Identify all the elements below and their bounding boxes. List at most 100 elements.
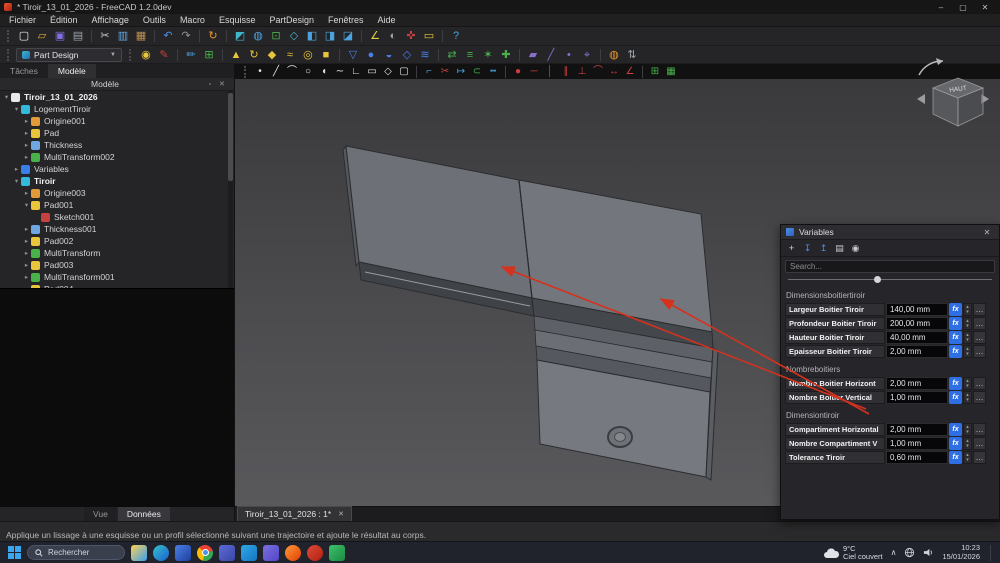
subtractive-pipe-icon[interactable]: ≋: [417, 47, 433, 63]
polar-pattern-icon[interactable]: ✶: [480, 47, 496, 63]
toggle-visibility-icon[interactable]: ◉: [849, 242, 862, 255]
view-front-icon[interactable]: ◧: [304, 28, 320, 44]
refresh-icon[interactable]: ↻: [205, 28, 221, 44]
variables-filter-slider[interactable]: [788, 275, 992, 284]
document-new-icon[interactable]: ▢: [16, 28, 32, 44]
value-stepper[interactable]: ▴▾: [963, 377, 972, 390]
sketch-fillet-icon[interactable]: ⌐: [422, 65, 436, 79]
sketch-rectangle-icon[interactable]: ▭: [365, 65, 379, 79]
sketch-line-icon[interactable]: ╱: [269, 65, 283, 79]
taskbar-icon-discord[interactable]: [263, 545, 279, 561]
minimize-button[interactable]: –: [930, 0, 952, 14]
maximize-button[interactable]: ▢: [952, 0, 974, 14]
variable-value-input[interactable]: 200,00 mm: [886, 317, 948, 330]
print-icon[interactable]: ▤: [70, 28, 86, 44]
sketch-trim-icon[interactable]: ✂: [438, 65, 452, 79]
redo-icon[interactable]: ↷: [178, 28, 194, 44]
taskbar-clock[interactable]: 10:23 15/01/2026: [942, 544, 980, 561]
tree-item-pad002[interactable]: ▸Pad002: [0, 235, 234, 247]
import-variables-icon[interactable]: ↧: [801, 242, 814, 255]
sketch-polyline-icon[interactable]: ∟: [349, 65, 363, 79]
variables-search-input[interactable]: [785, 260, 995, 273]
document-save-icon[interactable]: ▣: [52, 28, 68, 44]
tray-chevron-icon[interactable]: ∧: [891, 548, 897, 557]
additive-pipe-icon[interactable]: ≈: [282, 47, 298, 63]
workbench-selector[interactable]: Part Design ▼: [16, 48, 122, 62]
datum-point-icon[interactable]: •: [561, 47, 577, 63]
whats-this-icon[interactable]: ?: [448, 28, 464, 44]
taskbar-icon-firefox[interactable]: [285, 545, 301, 561]
constraint-coincident-icon[interactable]: ●: [511, 65, 525, 79]
tree-item-pad[interactable]: ▸Pad: [0, 127, 234, 139]
hole-icon[interactable]: ●: [363, 47, 379, 63]
slider-handle[interactable]: [874, 276, 881, 283]
taskbar-icon-word[interactable]: [175, 545, 191, 561]
sketch-conic-icon[interactable]: ◖: [317, 65, 331, 79]
variable-value-input[interactable]: 2,00 mm: [886, 377, 948, 390]
weather-widget[interactable]: 9°C Ciel couvert: [823, 545, 883, 561]
additive-helix-icon[interactable]: ◎: [300, 47, 316, 63]
variable-value-input[interactable]: 40,00 mm: [886, 331, 948, 344]
measure-icon[interactable]: ∠: [367, 28, 383, 44]
copy-icon[interactable]: ▥: [115, 28, 131, 44]
taskbar-icon-edge[interactable]: [153, 545, 169, 561]
view-top-icon[interactable]: ◨: [322, 28, 338, 44]
variable-value-input[interactable]: 0,60 mm: [886, 451, 948, 464]
taskbar-icon-teams[interactable]: [219, 545, 235, 561]
sketch-circle-icon[interactable]: ○: [301, 65, 315, 79]
menu-outils[interactable]: Outils: [136, 14, 173, 27]
sketch-point-icon[interactable]: •: [253, 65, 267, 79]
expander-open-icon[interactable]: ▾: [12, 177, 21, 185]
row-menu-button[interactable]: …: [973, 317, 986, 330]
value-stepper[interactable]: ▴▾: [963, 437, 972, 450]
datum-plane-icon[interactable]: ▰: [525, 47, 541, 63]
row-menu-button[interactable]: …: [973, 423, 986, 436]
undo-icon[interactable]: ↶: [160, 28, 176, 44]
toolbar-grip[interactable]: [7, 30, 10, 42]
variable-value-input[interactable]: 1,00 mm: [886, 391, 948, 404]
view-right-icon[interactable]: ◪: [340, 28, 356, 44]
migrate-icon[interactable]: ⇅: [624, 47, 640, 63]
tab-taches[interactable]: Tâches: [0, 64, 48, 78]
menu-edition[interactable]: Édition: [43, 14, 85, 27]
edit-sketch-icon[interactable]: ✏: [183, 47, 199, 63]
expander-closed-icon[interactable]: ▸: [22, 141, 31, 149]
tree-scrollbar-thumb[interactable]: [228, 93, 233, 181]
value-stepper[interactable]: ▴▾: [963, 345, 972, 358]
row-menu-button[interactable]: …: [973, 391, 986, 404]
row-menu-button[interactable]: …: [973, 377, 986, 390]
variables-panel-titlebar[interactable]: Variables ✕: [781, 225, 999, 240]
linear-pattern-icon[interactable]: ≡: [462, 47, 478, 63]
pad-icon[interactable]: ▲: [228, 47, 244, 63]
constraint-angle-icon[interactable]: ∠: [623, 65, 637, 79]
expander-closed-icon[interactable]: ▸: [22, 129, 31, 137]
expander-closed-icon[interactable]: ▸: [22, 249, 31, 257]
menu-fenetres[interactable]: Fenêtres: [321, 14, 371, 27]
export-variables-icon[interactable]: ↥: [817, 242, 830, 255]
expander-closed-icon[interactable]: ▸: [22, 225, 31, 233]
view-fit-icon[interactable]: ⊡: [268, 28, 284, 44]
external-geometry-icon[interactable]: ⊂: [470, 65, 484, 79]
expander-closed-icon[interactable]: ▸: [22, 189, 31, 197]
taskbar-icon-excel[interactable]: [329, 545, 345, 561]
expression-fx-button[interactable]: fx: [949, 451, 962, 464]
tree-item-thickness001[interactable]: ▸Thickness001: [0, 223, 234, 235]
constraint-tangent-icon[interactable]: ⌒: [591, 65, 605, 79]
expander-open-icon[interactable]: ▾: [2, 93, 11, 101]
taskbar-search[interactable]: Rechercher: [27, 545, 125, 560]
value-stepper[interactable]: ▴▾: [963, 317, 972, 330]
variable-value-input[interactable]: 1,00 mm: [886, 437, 948, 450]
taskbar-icon-chrome[interactable]: [197, 545, 213, 561]
tab-vue[interactable]: Vue: [84, 507, 117, 521]
create-body-icon[interactable]: ◉: [138, 47, 154, 63]
boolean-operation-icon[interactable]: ◍: [606, 47, 622, 63]
mirrored-icon[interactable]: ⇄: [444, 47, 460, 63]
toggle-construction-icon[interactable]: ╍: [486, 65, 500, 79]
expander-closed-icon[interactable]: ▸: [22, 285, 31, 288]
row-menu-button[interactable]: …: [973, 437, 986, 450]
sketch-extend-icon[interactable]: ↦: [454, 65, 468, 79]
expression-fx-button[interactable]: fx: [949, 317, 962, 330]
variable-value-input[interactable]: 2,00 mm: [886, 423, 948, 436]
volume-icon[interactable]: [923, 547, 934, 558]
expression-fx-button[interactable]: fx: [949, 345, 962, 358]
